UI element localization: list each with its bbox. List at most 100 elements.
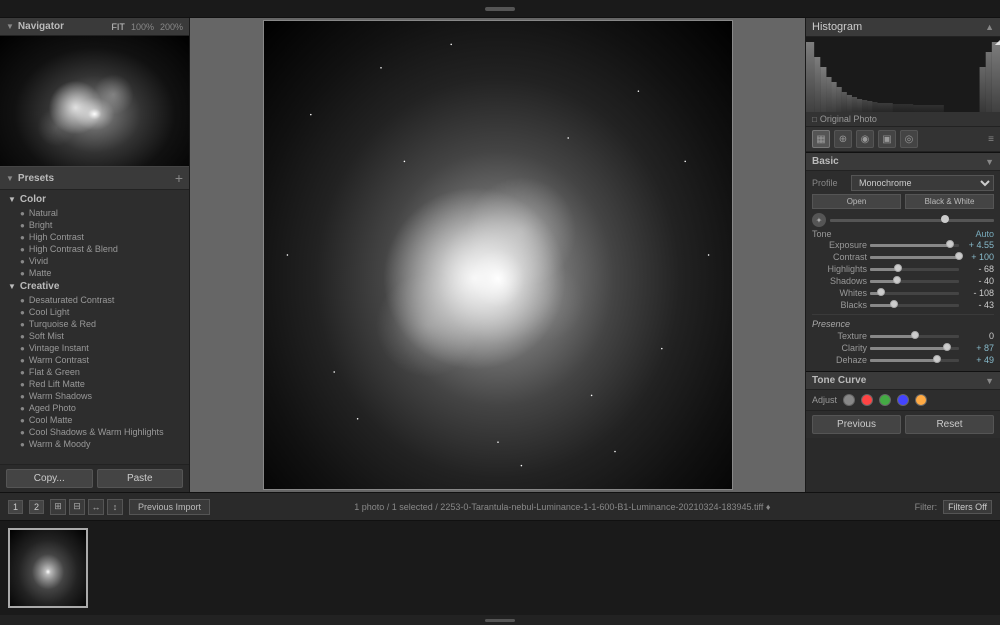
clarity-slider[interactable] — [870, 347, 959, 350]
wb-slider-thumb[interactable] — [941, 215, 949, 223]
profile-select[interactable]: Monochrome — [851, 175, 994, 191]
main-image — [190, 18, 805, 492]
preset-item[interactable]: ●High Contrast — [0, 231, 189, 243]
preset-item[interactable]: ●Warm Shadows — [0, 390, 189, 402]
prev-import-btn[interactable]: Previous Import — [129, 499, 210, 515]
preset-item[interactable]: ●Soft Mist — [0, 330, 189, 342]
navigator-header: ▼ Navigator FIT 100% 200% — [0, 18, 189, 36]
tool-menu-icon[interactable]: ≡ — [988, 134, 994, 145]
shadows-value: - 40 — [962, 276, 994, 286]
compare-h-icon[interactable]: ↔ — [88, 499, 104, 515]
preset-item[interactable]: ●Cool Matte — [0, 414, 189, 426]
tool-crop-icon[interactable]: ⊕ — [834, 130, 852, 148]
highlights-slider[interactable] — [870, 268, 959, 271]
page-2-btn[interactable]: 2 — [29, 500, 44, 514]
film-strip — [0, 520, 1000, 615]
preset-item[interactable]: ●Warm Contrast — [0, 354, 189, 366]
wb-icon: ✦ — [812, 213, 826, 227]
black-white-btn[interactable]: Black & White — [905, 194, 994, 209]
left-panel: ▼ Navigator FIT 100% 200% ▼ Presets + ▼ — [0, 18, 190, 492]
tone-auto-btn[interactable]: Auto — [975, 229, 994, 239]
wb-slider[interactable] — [830, 219, 994, 222]
basic-section-header[interactable]: Basic ▼ — [806, 152, 1000, 171]
preset-item[interactable]: ●Flat & Green — [0, 366, 189, 378]
zoom-200-btn[interactable]: 200% — [160, 22, 183, 32]
exposure-value: + 4.55 — [962, 240, 994, 250]
preset-item[interactable]: ●High Contrast & Blend — [0, 243, 189, 255]
navigator-zoom-controls: FIT 100% 200% — [111, 22, 183, 32]
tool-mask-icon[interactable]: ▣ — [878, 130, 896, 148]
presets-list: ▼ Color ●Natural ●Bright ●High Contrast … — [0, 190, 189, 464]
tone-curve-dot-orange[interactable] — [915, 394, 927, 406]
reset-btn[interactable]: Reset — [905, 415, 994, 434]
histogram-chart — [806, 37, 1000, 112]
preset-item[interactable]: ●Desaturated Contrast — [0, 294, 189, 306]
original-photo-row: □ Original Photo — [806, 112, 1000, 127]
open-btn[interactable]: Open — [812, 194, 901, 209]
tone-curve-dot-red[interactable] — [861, 394, 873, 406]
filter-label: Filter: — [915, 502, 938, 512]
basic-section-arrow: ▼ — [985, 157, 994, 167]
preset-item[interactable]: ●Aged Photo — [0, 402, 189, 414]
texture-row: Texture 0 — [812, 331, 994, 341]
tone-curve-dot-green[interactable] — [879, 394, 891, 406]
paste-btn[interactable]: Paste — [97, 469, 184, 488]
zoom-100-btn[interactable]: 100% — [131, 22, 154, 32]
histogram-area — [806, 37, 1000, 112]
preset-item[interactable]: ●Vintage Instant — [0, 342, 189, 354]
contrast-value: + 100 — [962, 252, 994, 262]
navigator-preview — [0, 36, 189, 166]
tool-icons-row: ▦ ⊕ ◉ ▣ ◎ ≡ — [806, 127, 1000, 152]
preset-item[interactable]: ●Turquoise & Red — [0, 318, 189, 330]
top-handle-bar — [485, 7, 515, 11]
section-divider — [812, 314, 994, 315]
preset-item[interactable]: ●Cool Light — [0, 306, 189, 318]
previous-btn[interactable]: Previous — [812, 415, 901, 434]
film-thumb-1[interactable] — [8, 528, 88, 608]
preset-group-creative[interactable]: ▼ Creative — [0, 279, 189, 294]
tone-curve-arrow: ▼ — [985, 376, 994, 386]
preset-item[interactable]: ●Bright — [0, 219, 189, 231]
tone-curve-adjust-row: Adjust — [806, 390, 1000, 410]
preset-item[interactable]: ●Vivid — [0, 255, 189, 267]
preset-group-color[interactable]: ▼ Color — [0, 192, 189, 207]
exposure-row: Exposure + 4.55 — [812, 240, 994, 250]
whites-value: - 108 — [962, 288, 994, 298]
filmstrip-icon[interactable]: ⊟ — [69, 499, 85, 515]
grid-view-icon[interactable]: ⊞ — [50, 499, 66, 515]
copy-btn[interactable]: Copy... — [6, 469, 93, 488]
tool-heal-icon[interactable]: ◉ — [856, 130, 874, 148]
tone-curve-header[interactable]: Tone Curve ▼ — [806, 371, 1000, 390]
histogram-menu[interactable]: ▲ — [985, 22, 994, 32]
preset-item[interactable]: ●Matte — [0, 267, 189, 279]
bottom-handle-bar — [485, 619, 515, 622]
dehaze-slider[interactable] — [870, 359, 959, 362]
tool-histogram-icon[interactable]: ▦ — [812, 130, 830, 148]
tone-curve-dot-gray[interactable] — [843, 394, 855, 406]
preset-item[interactable]: ●Natural — [0, 207, 189, 219]
filter-value[interactable]: Filters Off — [943, 500, 992, 514]
page-1-btn[interactable]: 1 — [8, 500, 23, 514]
preset-item[interactable]: ●Cool Shadows & Warm Highlights — [0, 426, 189, 438]
tone-label-row: Tone Auto — [812, 229, 994, 239]
whites-slider[interactable] — [870, 292, 959, 295]
navigator-title: ▼ Navigator — [6, 21, 64, 32]
preset-item[interactable]: ●Warm & Moody — [0, 438, 189, 450]
presets-add-btn[interactable]: + — [175, 170, 183, 186]
presets-title: ▼ Presets — [6, 173, 54, 184]
whites-row: Whites - 108 — [812, 288, 994, 298]
contrast-slider[interactable] — [870, 256, 959, 259]
blacks-slider[interactable] — [870, 304, 959, 307]
histogram-title: Histogram — [812, 21, 862, 33]
zoom-fit-btn[interactable]: FIT — [111, 22, 125, 32]
preset-item[interactable]: ●Red Lift Matte — [0, 378, 189, 390]
compare-v-icon[interactable]: ↕ — [107, 499, 123, 515]
tool-redeye-icon[interactable]: ◎ — [900, 130, 918, 148]
clarity-row: Clarity + 87 — [812, 343, 994, 353]
highlights-row: Highlights - 68 — [812, 264, 994, 274]
texture-slider[interactable] — [870, 335, 959, 338]
tone-curve-dot-blue[interactable] — [897, 394, 909, 406]
shadows-slider[interactable] — [870, 280, 959, 283]
bottom-handle[interactable] — [0, 615, 1000, 625]
exposure-slider[interactable] — [870, 244, 959, 247]
